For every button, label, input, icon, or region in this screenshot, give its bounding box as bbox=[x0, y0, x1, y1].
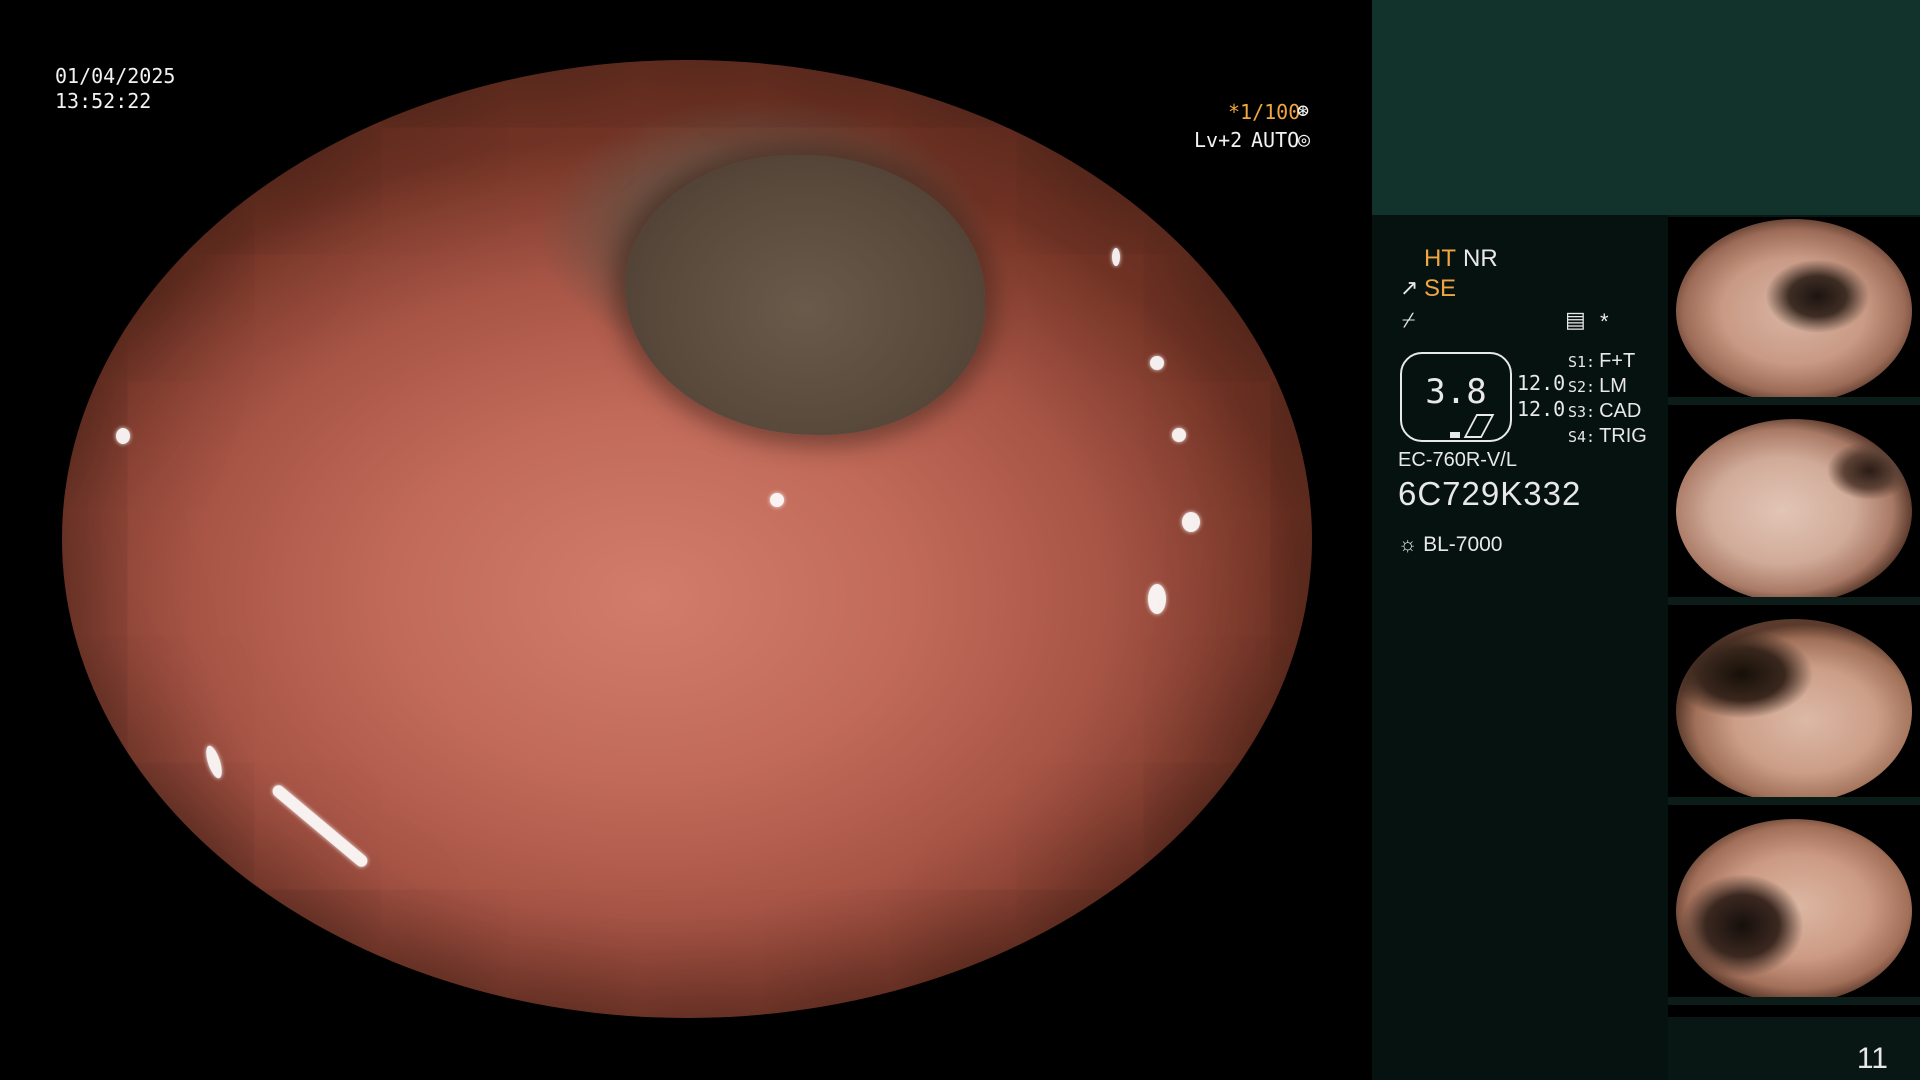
zoom-needle-icon bbox=[1463, 414, 1495, 438]
page-number: 11 bbox=[1856, 1042, 1888, 1075]
iris-mode: AUTO bbox=[1251, 128, 1300, 152]
switch-label: LM bbox=[1599, 375, 1627, 397]
enhancement-level: Lv+2 bbox=[1194, 128, 1243, 152]
specular-reflection bbox=[1182, 512, 1200, 532]
thumbnail-footer bbox=[1668, 797, 1920, 805]
switch-row-s1: S1: F+T bbox=[1568, 350, 1664, 375]
image-mask-top bbox=[0, 0, 1372, 60]
captured-images-strip bbox=[1668, 217, 1920, 1017]
light-source-row: ☼ BL-7000 bbox=[1398, 533, 1503, 557]
switch-label: TRIG bbox=[1599, 425, 1647, 447]
light-source-label: BL-7000 bbox=[1423, 533, 1503, 556]
thumbnail-image bbox=[1676, 619, 1912, 803]
setting-value-top: 12.0 bbox=[1517, 371, 1566, 395]
thumbnail-footer bbox=[1668, 397, 1920, 405]
switch-row-s2: S2: LM bbox=[1568, 375, 1664, 400]
captured-image-thumbnail[interactable] bbox=[1668, 817, 1920, 1005]
zoom-indicator: 3.8 bbox=[1400, 352, 1512, 442]
specular-reflection bbox=[1112, 248, 1120, 266]
enhancement-label: SE bbox=[1424, 275, 1457, 302]
exam-date: 01/04/2025 bbox=[55, 64, 176, 88]
contrast-icon: ⌿ bbox=[1402, 307, 1416, 332]
captured-image-thumbnail[interactable] bbox=[1668, 217, 1920, 405]
settings-icon: ▤ bbox=[1565, 307, 1586, 332]
aperture-icon: ⊛ bbox=[1297, 98, 1310, 122]
light-icon: ☼ bbox=[1398, 533, 1418, 556]
thumbnail-footer bbox=[1668, 597, 1920, 605]
switch-row-s4: S4: TRIG bbox=[1568, 425, 1664, 450]
shutter-speed: *1/100 bbox=[1228, 100, 1301, 124]
switch-key: S2: bbox=[1568, 378, 1596, 396]
thumbnail-image bbox=[1676, 419, 1912, 603]
switch-key: S1: bbox=[1568, 353, 1596, 371]
switch-assignments: S1: F+T S2: LM S3: CAD S4: TRIG bbox=[1568, 350, 1664, 450]
switch-label: F+T bbox=[1599, 350, 1636, 372]
switch-key: S4: bbox=[1568, 428, 1596, 446]
lumen bbox=[625, 155, 985, 435]
specular-reflection bbox=[1172, 428, 1186, 442]
switch-label: CAD bbox=[1599, 400, 1642, 422]
live-endoscope-view: 01/04/2025 13:52:22 *1/100 ⊛ Lv+2 AUTO ◎ bbox=[0, 0, 1372, 1080]
specular-reflection bbox=[1148, 584, 1166, 614]
thumbnail-image bbox=[1676, 219, 1912, 403]
noise-reduction-label: NR bbox=[1463, 245, 1498, 272]
specular-reflection bbox=[770, 493, 784, 507]
endoscopy-monitor: 01/04/2025 13:52:22 *1/100 ⊛ Lv+2 AUTO ◎… bbox=[0, 0, 1920, 1080]
endoscope-image bbox=[62, 60, 1312, 1018]
captured-image-thumbnail[interactable] bbox=[1668, 417, 1920, 605]
specular-reflection bbox=[1150, 356, 1164, 370]
iris-icon: ◎ bbox=[1298, 127, 1311, 151]
switch-row-s3: S3: CAD bbox=[1568, 400, 1664, 425]
hue-mode-label: HT bbox=[1424, 245, 1456, 272]
scope-model: EC-760R-V/L bbox=[1398, 449, 1517, 471]
structure-enhancement-icon: ↗ bbox=[1400, 275, 1419, 300]
specular-reflection bbox=[116, 428, 130, 444]
thumbnail-footer bbox=[1668, 997, 1920, 1005]
misc-symbol: * bbox=[1600, 309, 1609, 334]
zoom-bar bbox=[1450, 432, 1460, 438]
switch-key: S3: bbox=[1568, 403, 1596, 421]
thumbnail-image bbox=[1676, 819, 1912, 1003]
zoom-value: 3.8 bbox=[1425, 372, 1487, 412]
info-panel: HT NR ↗ SE ⌿ ▤ * 3.8 12.0 12.0 S1: F+T S2… bbox=[1372, 0, 1920, 1080]
exam-time: 13:52:22 bbox=[55, 89, 152, 113]
captured-image-thumbnail[interactable] bbox=[1668, 617, 1920, 805]
panel-header bbox=[1372, 0, 1920, 215]
setting-value-bottom: 12.0 bbox=[1517, 397, 1566, 421]
status-block: HT NR ↗ SE ⌿ ▤ * 3.8 12.0 12.0 S1: F+T S2… bbox=[1372, 215, 1668, 1080]
image-mask-bottom bbox=[0, 1018, 1372, 1080]
scope-serial: 6C729K332 bbox=[1398, 475, 1582, 512]
